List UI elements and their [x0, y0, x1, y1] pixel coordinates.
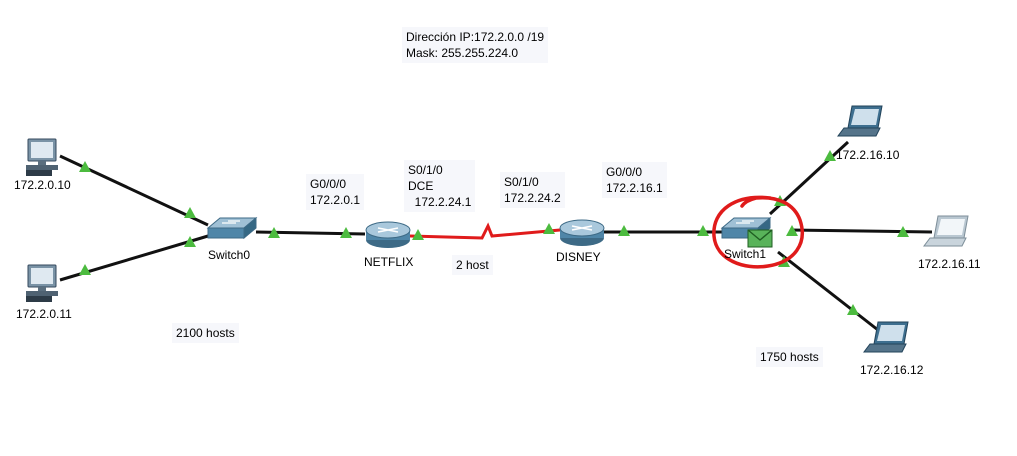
link-switch1-laptop2: [777, 250, 879, 332]
port-status-icon: [79, 264, 91, 275]
laptop0-device[interactable]: [837, 105, 883, 137]
laptop0-label: 172.2.16.10: [836, 148, 900, 162]
pdu-envelope-icon[interactable]: [747, 229, 773, 248]
laptop1-label: 172.2.16.11: [918, 257, 981, 271]
desktop-pc-icon: [25, 264, 59, 303]
pc1-device[interactable]: [25, 264, 59, 303]
lan0-hosts-note: 2100 hosts: [172, 323, 239, 343]
lan1-hosts-note: 1750 hosts: [756, 347, 823, 367]
netflix-router[interactable]: [365, 221, 411, 249]
laptop-icon: [863, 321, 909, 353]
laptop2-label: 172.2.16.12: [860, 363, 924, 377]
link-switch1-laptop1: [789, 228, 933, 234]
disney-serial-note: S0/1/0 172.2.24.2: [500, 172, 565, 208]
disney-router[interactable]: [559, 219, 605, 247]
desktop-pc-icon: [25, 138, 59, 177]
port-status-icon: [543, 223, 555, 234]
disney-interface-note: G0/0/0 172.2.16.1: [602, 162, 667, 198]
laptop-icon: [837, 105, 883, 137]
port-status-icon: [184, 207, 196, 218]
switch1-label: Switch1: [724, 247, 767, 261]
switch-icon: [207, 217, 257, 239]
netflix-label: NETFLIX: [364, 255, 414, 269]
network-address-note: Dirección IP:172.2.0.0 /19 Mask: 255.255…: [402, 27, 549, 63]
switch0-device[interactable]: [207, 217, 257, 239]
wan-hosts-note: 2 host: [452, 255, 493, 275]
netflix-serial-note: S0/1/0 DCE 172.2.24.1: [404, 160, 476, 212]
link-serial-netflix-disney: [409, 222, 561, 240]
pc1-label: 172.2.0.11: [16, 307, 72, 321]
network-topology-canvas: [25, 105, 969, 353]
laptop2-device[interactable]: [863, 321, 909, 353]
pc0-label: 172.2.0.10: [14, 178, 71, 192]
pc0-device[interactable]: [25, 138, 59, 177]
port-status-icon: [412, 229, 424, 240]
router-icon: [365, 221, 411, 249]
netflix-interface-note: G0/0/0 172.2.0.1: [306, 174, 365, 210]
disney-label: DISNEY: [556, 250, 601, 264]
router-icon: [559, 219, 605, 247]
switch0-label: Switch0: [208, 248, 251, 262]
